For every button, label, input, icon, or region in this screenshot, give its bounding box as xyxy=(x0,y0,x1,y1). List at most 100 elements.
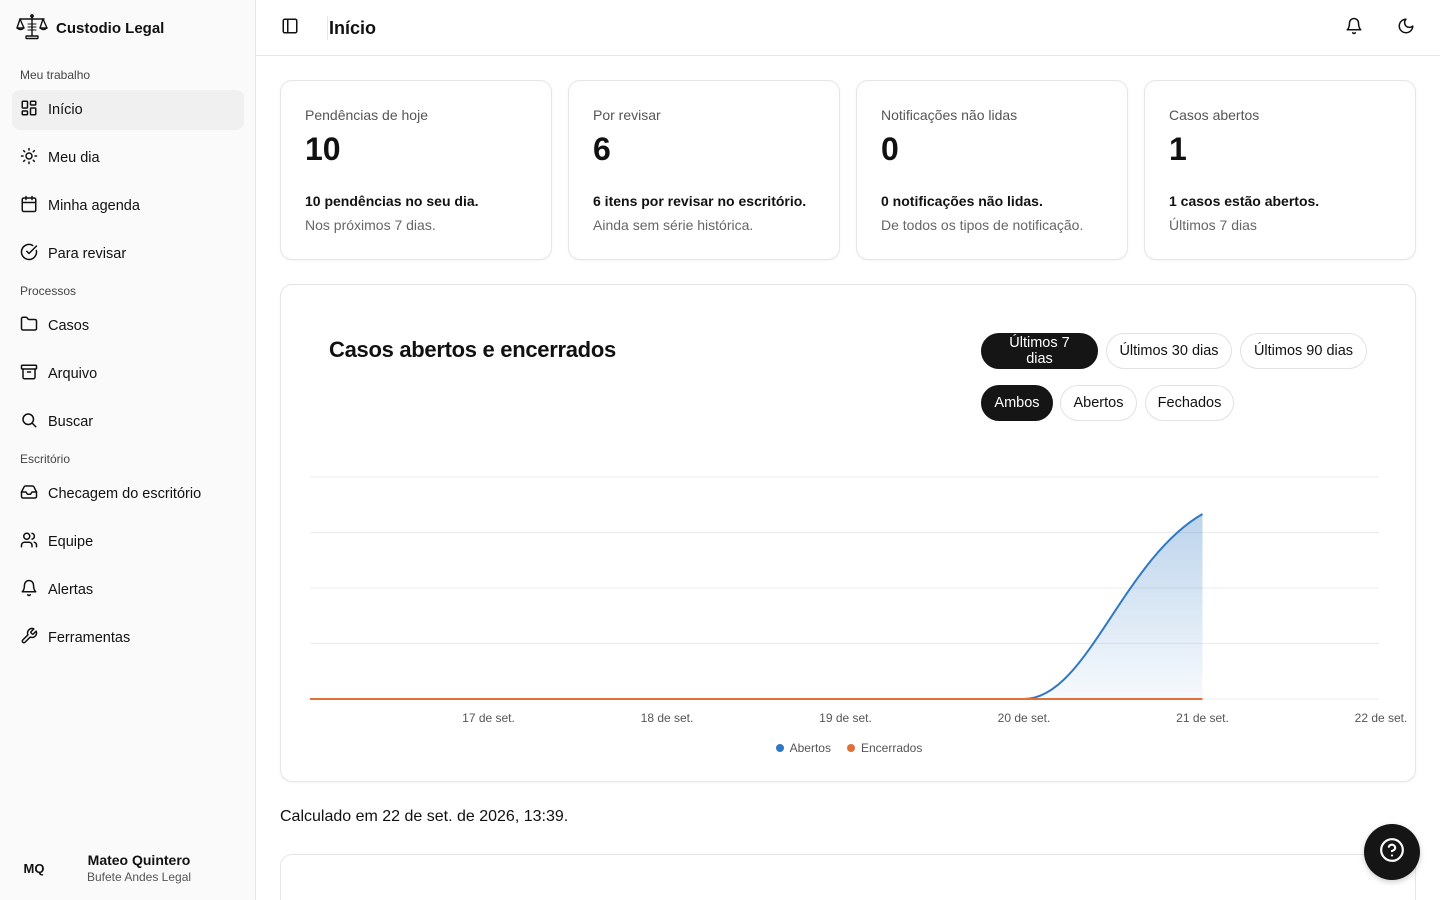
archive-icon xyxy=(20,363,38,385)
calendar-icon xyxy=(20,195,38,217)
user-menu[interactable]: MQ Mateo Quintero Bufete Andes Legal xyxy=(0,836,256,900)
panel-left-icon xyxy=(281,17,299,40)
sidebar-item-label: Checagem do escritório xyxy=(48,486,202,502)
stat-card-notificacoes: Notificações não lidas 0 0 notificações … xyxy=(856,80,1128,260)
help-button[interactable] xyxy=(1364,824,1420,880)
page-title: Início xyxy=(329,18,377,38)
chart-legend: Abertos Encerrados xyxy=(281,741,1417,755)
range-7-days-button[interactable]: Últimos 7 dias xyxy=(981,333,1098,369)
section-label-escritorio: Escritório xyxy=(20,452,71,466)
sidebar-item-label: Início xyxy=(48,102,83,118)
brand[interactable]: Custodio Legal xyxy=(16,12,164,44)
user-info: Mateo Quintero Bufete Andes Legal xyxy=(74,852,204,884)
sidebar-item-equipe[interactable]: Equipe xyxy=(12,522,244,562)
sidebar-item-minha-agenda[interactable]: Minha agenda xyxy=(12,186,244,226)
legend-label: Abertos xyxy=(789,741,831,755)
legend-item-encerrados[interactable]: Encerrados xyxy=(846,741,923,755)
bell-icon xyxy=(1345,17,1363,40)
sidebar-item-ferramentas[interactable]: Ferramentas xyxy=(12,618,244,658)
card-label: Notificações não lidas xyxy=(881,107,1018,123)
sidebar-item-label: Buscar xyxy=(48,414,94,430)
sidebar-item-label: Ferramentas xyxy=(48,630,131,646)
sidebar-item-checagem[interactable]: Checagem do escritório xyxy=(12,474,244,514)
series-line-abertos xyxy=(310,513,1203,700)
sidebar-item-arquivo[interactable]: Arquivo xyxy=(12,354,244,394)
app-name: Custodio Legal xyxy=(56,19,165,37)
avatar: MQ xyxy=(23,860,45,876)
x-tick-label: 17 de set. xyxy=(462,711,515,725)
card-label: Casos abertos xyxy=(1169,107,1260,123)
inbox-icon xyxy=(20,483,38,505)
wrench-icon xyxy=(20,627,38,649)
card-subtext: Últimos 7 dias xyxy=(1169,217,1257,233)
theme-toggle-button[interactable] xyxy=(1394,16,1418,40)
card-subtext: Ainda sem série histórica. xyxy=(593,217,754,233)
moon-icon xyxy=(1397,17,1415,40)
header-divider xyxy=(327,16,328,40)
top-header: Início xyxy=(256,0,1440,56)
scales-logo-icon xyxy=(16,12,48,45)
sidebar-item-meu-dia[interactable]: Meu dia xyxy=(12,138,244,178)
filter-abertos-button[interactable]: Abertos xyxy=(1060,385,1137,421)
x-tick-label: 19 de set. xyxy=(819,711,872,725)
sidebar-item-casos[interactable]: Casos xyxy=(12,306,244,346)
users-icon xyxy=(20,531,38,553)
legend-label: Encerrados xyxy=(860,741,923,755)
x-tick-label: 18 de set. xyxy=(641,711,694,725)
card-label: Por revisar xyxy=(593,107,661,123)
sidebar-item-label: Equipe xyxy=(48,534,94,550)
card-description: 0 notificações não lidas. xyxy=(881,193,1043,209)
notifications-button[interactable] xyxy=(1342,16,1366,40)
sun-icon xyxy=(20,147,38,169)
chart-title: Casos abertos e encerrados xyxy=(329,337,616,362)
section-label-meu-trabalho: Meu trabalho xyxy=(20,68,91,82)
card-subtext: Nos próximos 7 dias. xyxy=(305,217,436,233)
sidebar-item-para-revisar[interactable]: Para revisar xyxy=(12,234,244,274)
legend-dot-abertos xyxy=(775,744,784,752)
sidebar-item-inicio[interactable]: Início xyxy=(12,90,244,130)
card-subtext: De todos os tipos de notificação. xyxy=(881,217,1084,233)
range-90-days-button[interactable]: Últimos 90 dias xyxy=(1240,333,1367,369)
sidebar-item-alertas[interactable]: Alertas xyxy=(12,570,244,610)
search-icon xyxy=(20,411,38,433)
series-area-abertos xyxy=(310,514,1203,699)
user-org: Bufete Andes Legal xyxy=(86,870,192,884)
stat-card-casos-abertos: Casos abertos 1 1 casos estão abertos. Ú… xyxy=(1144,80,1416,260)
x-tick-label: 21 de set. xyxy=(1176,711,1229,725)
sidebar-item-label: Casos xyxy=(48,318,90,334)
x-tick-label: 20 de set. xyxy=(998,711,1051,725)
sidebar-item-label: Arquivo xyxy=(48,366,98,382)
legend-item-abertos[interactable]: Abertos xyxy=(775,741,831,755)
stat-card-por-revisar: Por revisar 6 6 itens por revisar no esc… xyxy=(568,80,840,260)
sidebar-item-buscar[interactable]: Buscar xyxy=(12,402,244,442)
sidebar-toggle-button[interactable] xyxy=(278,16,302,40)
calculated-timestamp: Calculado em 22 de set. de 2026, 13:39. xyxy=(280,808,569,825)
user-name: Mateo Quintero xyxy=(87,852,191,868)
card-label: Pendências de hoje xyxy=(305,107,428,123)
card-description: 1 casos estão abertos. xyxy=(1169,193,1320,209)
sidebar-item-label: Meu dia xyxy=(48,150,100,166)
bottom-card xyxy=(280,854,1416,900)
card-value: 6 xyxy=(593,131,611,167)
stat-card-pendencias: Pendências de hoje 10 10 pendências no s… xyxy=(280,80,552,260)
sidebar-item-label: Para revisar xyxy=(48,246,127,262)
x-tick-label: 22 de set. xyxy=(1355,711,1408,725)
filter-fechados-button[interactable]: Fechados xyxy=(1145,385,1234,421)
card-value: 1 xyxy=(1169,131,1187,167)
sidebar-item-label: Alertas xyxy=(48,582,94,598)
card-description: 10 pendências no seu dia. xyxy=(305,193,479,209)
filter-ambos-button[interactable]: Ambos xyxy=(981,385,1053,421)
card-value: 10 xyxy=(305,131,341,167)
dashboard-icon xyxy=(20,99,38,121)
legend-dot-encerrados xyxy=(846,744,855,752)
cases-chart-panel: 17 de set. 18 de set. 19 de set. 20 de set.… xyxy=(280,284,1416,782)
folder-icon xyxy=(20,315,38,337)
card-value: 0 xyxy=(881,131,899,167)
sidebar: Custodio Legal Meu trabalho Início Meu d… xyxy=(0,0,256,900)
section-label-processos: Processos xyxy=(20,284,77,298)
range-30-days-button[interactable]: Últimos 30 dias xyxy=(1106,333,1232,369)
help-circle-icon xyxy=(1379,837,1405,868)
bell-icon xyxy=(20,579,38,601)
check-circle-icon xyxy=(20,243,38,265)
card-description: 6 itens por revisar no escritório. xyxy=(593,193,807,209)
